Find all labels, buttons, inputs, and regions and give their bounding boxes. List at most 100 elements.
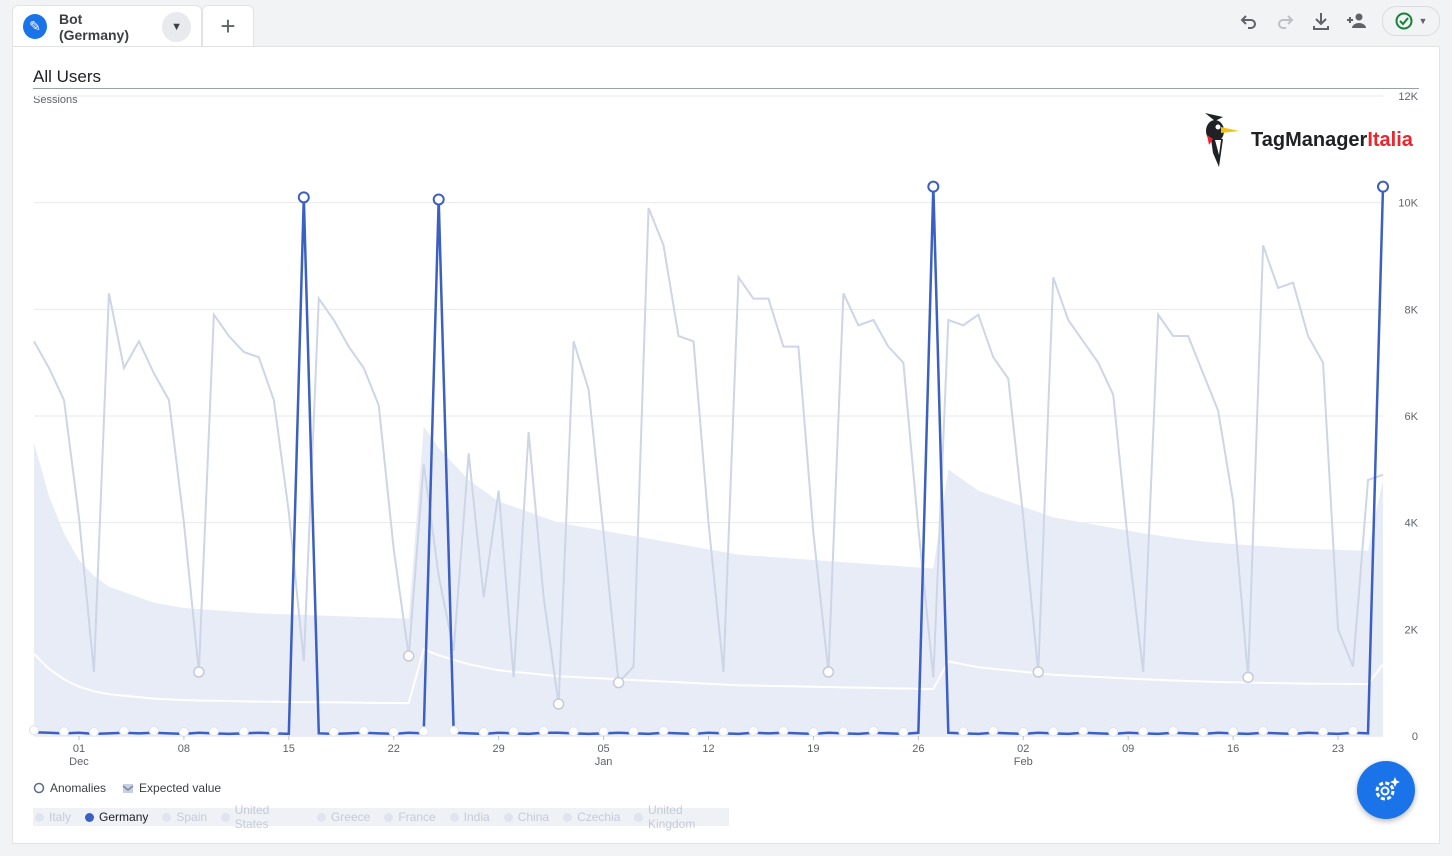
legend-country-united-states[interactable]: United States	[221, 803, 303, 831]
legend-country-label: Greece	[330, 810, 371, 824]
legend-country-label: United States	[234, 803, 270, 831]
y-tick-label: 2K	[1405, 624, 1419, 636]
germany-point-marker	[958, 726, 969, 737]
germany-point-marker	[1198, 726, 1209, 737]
redo-icon[interactable]	[1274, 7, 1296, 35]
gear-sparkle-icon	[1375, 777, 1400, 801]
report-card: All Users Sessions 0 2K 4K 6K 8K 10K 12K 01 Dec 0…	[12, 46, 1440, 844]
anomaly-circle-icon	[33, 782, 45, 794]
germany-point-marker	[778, 725, 789, 736]
y-tick-label: 8K	[1405, 304, 1419, 316]
brand-logo-text: TagManagerItalia	[1251, 128, 1413, 151]
anomaly-marker	[927, 180, 940, 193]
legend-country-label: Italy	[49, 810, 72, 824]
germany-point-marker	[898, 726, 909, 737]
x-tick-month-label: Jan	[595, 756, 613, 768]
germany-point-marker	[1228, 726, 1239, 737]
anomaly-marker	[297, 191, 310, 204]
germany-point-marker	[1048, 726, 1059, 737]
y-tick-label: 4K	[1405, 518, 1419, 530]
legend-anomalies-label: Anomalies	[50, 781, 107, 795]
germany-point-marker	[448, 725, 459, 736]
x-tick-label: 12	[702, 743, 714, 755]
expected-value-icon	[122, 784, 134, 793]
anomaly-marker-faded	[402, 650, 415, 662]
caret-down-icon: ▼	[1418, 16, 1428, 26]
legend-country-germany[interactable]: Germany	[85, 810, 148, 824]
segment-label: Bot (Germany)	[58, 10, 129, 43]
legend-dot	[35, 812, 44, 822]
anomaly-marker-faded	[612, 676, 625, 689]
legend-country-label: Germany	[99, 810, 149, 824]
undo-icon[interactable]	[1238, 7, 1260, 35]
germany-point-marker	[868, 725, 879, 736]
germany-point-marker	[238, 726, 249, 737]
segment-dropdown-button[interactable]: ▼	[162, 11, 191, 42]
legend-expected-value[interactable]: Expected value	[122, 781, 221, 795]
germany-point-marker	[688, 726, 699, 737]
germany-point-marker	[358, 725, 369, 736]
germany-point-marker	[1317, 726, 1329, 737]
germany-point-marker	[88, 726, 100, 737]
legend-dot	[316, 812, 326, 822]
legend-country-china[interactable]: China	[503, 810, 550, 824]
germany-point-marker	[58, 726, 70, 737]
legend-dot	[384, 812, 394, 822]
germany-point-marker	[1078, 725, 1089, 736]
status-menu-button[interactable]: ▼	[1382, 6, 1440, 36]
add-segment-button[interactable]: +	[202, 5, 254, 47]
legend-country-label: Czechia	[577, 810, 621, 824]
legend-country-spain[interactable]: Spain	[162, 810, 207, 824]
legend-country-france[interactable]: France	[384, 810, 436, 824]
legend-dot	[563, 812, 573, 822]
y-tick-label: 6K	[1405, 411, 1419, 423]
x-tick-label: 22	[388, 743, 400, 755]
germany-point-marker	[178, 726, 189, 737]
x-tick-label: 23	[1332, 743, 1344, 755]
germany-point-marker	[478, 726, 489, 737]
x-tick-label: 26	[912, 743, 924, 755]
segment-tab[interactable]: ✎ Bot (Germany) ▼	[12, 5, 202, 47]
germany-point-marker	[658, 725, 669, 736]
anomaly-marker-faded	[1242, 671, 1254, 684]
germany-point-marker	[598, 726, 609, 737]
share-users-icon[interactable]	[1346, 7, 1368, 35]
x-tick-label: 19	[807, 743, 819, 755]
x-tick-month-label: Dec	[69, 756, 89, 768]
legend-country-india[interactable]: India	[449, 810, 490, 824]
legend-anomalies[interactable]: Anomalies	[33, 781, 106, 795]
x-tick-label: 01	[73, 743, 85, 755]
germany-point-marker	[628, 726, 639, 737]
germany-point-marker	[568, 726, 579, 737]
country-legend: Italy Germany Spain United States Greece Fran…	[33, 803, 729, 831]
x-tick-label: 02	[1017, 743, 1029, 755]
legend-dot	[634, 812, 643, 822]
pencil-icon[interactable]: ✎	[23, 14, 47, 39]
brand-logo: TagManagerItalia	[1193, 109, 1413, 171]
legend-country-italy[interactable]: Italy	[35, 810, 71, 824]
legend-country-label: India	[463, 810, 490, 824]
germany-point-marker	[808, 726, 819, 737]
x-tick-label: 08	[178, 743, 190, 755]
y-tick-label: 0	[1412, 731, 1418, 743]
legend-country-czechia[interactable]: Czechia	[563, 810, 620, 824]
germany-point-marker	[1168, 725, 1179, 736]
germany-point-marker	[28, 725, 40, 736]
legend-country-greece[interactable]: Greece	[316, 810, 371, 824]
y-tick-label: 10K	[1398, 198, 1418, 210]
anomaly-marker	[1377, 180, 1389, 193]
x-tick-label: 05	[597, 743, 609, 755]
insights-button[interactable]	[1357, 761, 1415, 819]
anomaly-marker-faded	[1032, 666, 1045, 678]
germany-point-marker	[508, 726, 519, 737]
anomaly-marker-faded	[822, 666, 835, 678]
download-icon[interactable]	[1310, 7, 1332, 35]
germany-point-marker	[1257, 725, 1269, 736]
legend-country-united-kingdom[interactable]: United Kingdom	[634, 803, 729, 831]
segment-tab-bar: ✎ Bot (Germany) ▼ +	[12, 4, 254, 47]
legend-country-label: China	[517, 810, 550, 824]
anomaly-marker-faded	[193, 666, 205, 678]
germany-point-marker	[1347, 725, 1359, 736]
germany-point-marker	[268, 726, 279, 737]
chart-legend: Anomalies Expected value	[33, 781, 221, 795]
